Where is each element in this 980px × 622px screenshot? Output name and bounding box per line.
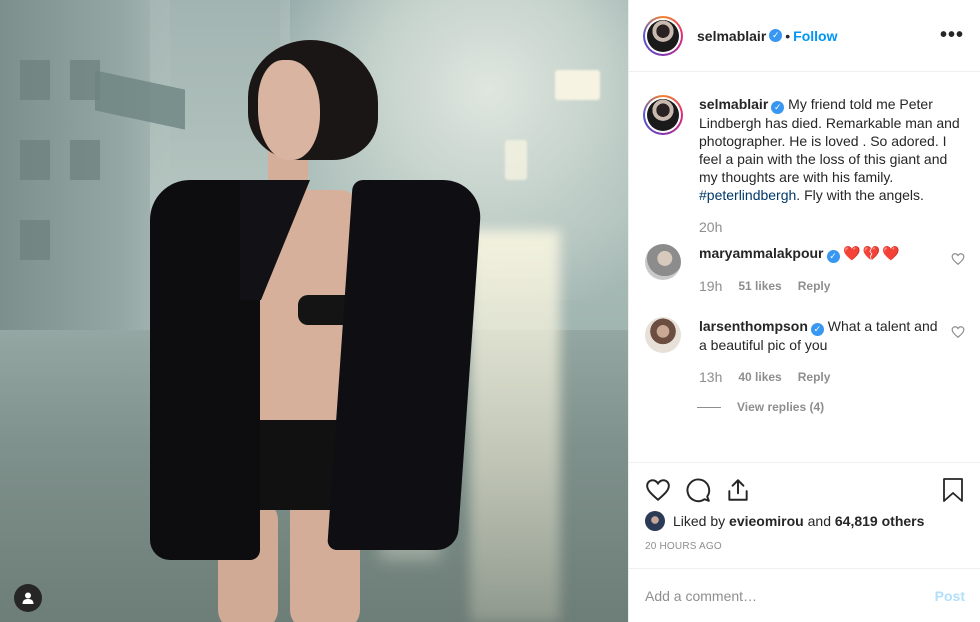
comment-username[interactable]: larsenthompson [699, 318, 808, 334]
view-replies-label: View replies (4) [737, 400, 825, 414]
comment-text: ❤️💔❤️ [843, 245, 902, 261]
caption-text-end: . Fly with the angels. [796, 187, 924, 203]
share-icon[interactable] [725, 477, 751, 503]
commenter-avatar[interactable] [645, 244, 681, 280]
view-replies-button[interactable]: View replies (4) [697, 400, 965, 414]
liker-username[interactable]: evieomirou [729, 513, 804, 529]
caption: selmablair ✓ My friend told me Peter Lind… [643, 95, 965, 236]
comment-item: maryammalakpour ✓ ❤️💔❤️ 19h 51 likes Repl… [643, 244, 965, 295]
photo-light [555, 70, 600, 100]
more-options-icon[interactable]: ••• [940, 24, 964, 47]
photo-reflection [470, 230, 560, 622]
verified-badge-icon: ✓ [769, 29, 783, 42]
comment-time[interactable]: 13h [699, 368, 722, 386]
comment-icon[interactable] [685, 477, 711, 503]
comment-likes[interactable]: 51 likes [738, 277, 781, 295]
comment-time[interactable]: 19h [699, 277, 722, 295]
author-avatar[interactable] [643, 15, 683, 56]
tagged-users-button[interactable] [14, 584, 42, 612]
post-side-panel: selmablair ✓ • Follow ••• selmablair ✓ My… [628, 0, 980, 622]
bookmark-icon[interactable] [941, 477, 965, 503]
verified-badge-icon: ✓ [771, 101, 785, 114]
caption-avatar[interactable] [643, 95, 683, 135]
likes-prefix: Liked by [673, 513, 726, 529]
hashtag-link[interactable]: #peterlindbergh [699, 187, 796, 203]
likes-others[interactable]: 64,819 others [835, 513, 925, 529]
photo-light [505, 140, 527, 180]
post-timestamp[interactable]: 20 HOURS AGO [645, 541, 965, 552]
separator-dot: • [785, 27, 791, 44]
reply-button[interactable]: Reply [798, 368, 831, 386]
post-photo[interactable] [0, 0, 628, 622]
comment-username[interactable]: maryammalakpour [699, 245, 824, 261]
follow-button[interactable]: Follow [793, 28, 837, 44]
comment-like-heart-icon[interactable] [951, 252, 965, 266]
add-comment-input[interactable] [645, 587, 935, 604]
caption-username[interactable]: selmablair [699, 96, 768, 112]
verified-badge-icon: ✓ [826, 250, 840, 263]
verified-badge-icon: ✓ [810, 323, 824, 336]
heart-icon[interactable] [645, 477, 671, 503]
likes-summary: Liked by evieomirou and 64,819 others [645, 511, 965, 531]
add-comment-bar: Post [629, 568, 980, 622]
caption-time[interactable]: 20h [699, 218, 965, 236]
comment-likes[interactable]: 40 likes [738, 368, 781, 386]
photo-building [0, 0, 170, 330]
post-comment-button[interactable]: Post [935, 588, 965, 604]
user-icon [22, 592, 34, 604]
comment-like-heart-icon[interactable] [951, 325, 965, 339]
comments-list[interactable]: selmablair ✓ My friend told me Peter Lind… [629, 73, 980, 461]
commenter-avatar[interactable] [645, 317, 681, 353]
post-actions: Liked by evieomirou and 64,819 others 20… [629, 462, 980, 552]
author-username[interactable]: selmablair [697, 28, 766, 44]
likes-middle: and [807, 513, 831, 529]
replies-divider [697, 406, 721, 408]
comment-item: larsenthompson ✓ What a talent and a beau… [643, 317, 965, 386]
post-header: selmablair ✓ • Follow ••• [629, 0, 980, 72]
reply-button[interactable]: Reply [798, 277, 831, 295]
liker-avatar[interactable] [645, 511, 665, 531]
photo-subject [150, 40, 483, 622]
